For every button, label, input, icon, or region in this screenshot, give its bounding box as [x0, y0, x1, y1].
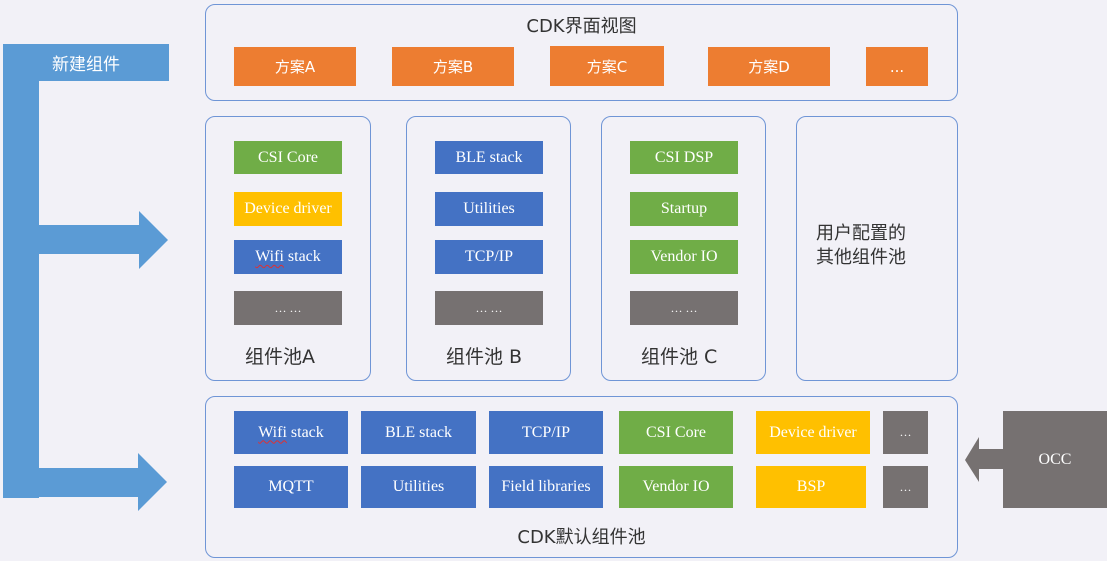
- default-pool-item[interactable]: Wifi stack: [234, 411, 348, 454]
- pool-c-item[interactable]: Vendor IO: [630, 240, 738, 274]
- plan-a-button[interactable]: 方案A: [234, 47, 356, 86]
- pool-a-title: 组件池A: [245, 346, 315, 368]
- plan-b-button[interactable]: 方案B: [392, 47, 514, 86]
- pool-b-item[interactable]: TCP/IP: [435, 240, 543, 274]
- default-pool-item[interactable]: Device driver: [756, 411, 870, 454]
- new-component-label: 新建组件: [52, 55, 120, 75]
- plan-more-button[interactable]: ...: [866, 47, 928, 86]
- default-pool-item-more[interactable]: …: [883, 411, 928, 454]
- occ-block[interactable]: OCC: [1003, 411, 1107, 508]
- pool-c-item[interactable]: Startup: [630, 192, 738, 226]
- pool-b-item-more[interactable]: … …: [435, 291, 543, 325]
- new-component-arrows: [3, 44, 169, 511]
- spell-flagged-word: Wifi: [255, 248, 284, 265]
- user-pool-label-line2: 其他组件池: [816, 247, 906, 268]
- default-pool-item[interactable]: Vendor IO: [619, 466, 733, 508]
- default-pool-item-more[interactable]: …: [883, 466, 928, 508]
- pool-b-title: 组件池 B: [446, 346, 523, 368]
- plan-d-button[interactable]: 方案D: [708, 47, 830, 86]
- default-pool-item[interactable]: MQTT: [234, 466, 348, 508]
- user-pool-label-line1: 用户配置的: [816, 223, 906, 244]
- pool-a-item[interactable]: Wifi stack: [234, 240, 342, 274]
- plan-c-button[interactable]: 方案C: [550, 46, 664, 86]
- default-pool-item[interactable]: TCP/IP: [489, 411, 603, 454]
- arrow-left-icon: [965, 437, 1005, 482]
- pool-c-item-more[interactable]: … …: [630, 291, 738, 325]
- arrow-right-icon: [39, 453, 167, 511]
- pool-a-item-more[interactable]: … …: [234, 291, 342, 325]
- pool-a-item[interactable]: Device driver: [234, 192, 342, 226]
- pool-b-item[interactable]: BLE stack: [435, 141, 543, 174]
- pool-c-item[interactable]: CSI DSP: [630, 141, 738, 174]
- default-pool-item[interactable]: Field libraries: [489, 466, 603, 508]
- default-pool-item[interactable]: CSI Core: [619, 411, 733, 454]
- spell-flagged-word: Wifi: [258, 423, 287, 441]
- cdk-ui-view-title: CDK界面视图: [526, 16, 637, 37]
- default-pool-title: CDK默认组件池: [517, 527, 646, 548]
- default-pool-item[interactable]: BSP: [756, 466, 866, 508]
- default-pool-item[interactable]: BLE stack: [361, 411, 476, 454]
- arrow-right-icon: [39, 211, 168, 269]
- pool-c-title: 组件池 C: [641, 346, 718, 368]
- default-pool-item[interactable]: Utilities: [361, 466, 476, 508]
- arrow-trunk: [3, 80, 39, 498]
- pool-b-item[interactable]: Utilities: [435, 192, 543, 226]
- pool-a-item[interactable]: CSI Core: [234, 141, 342, 174]
